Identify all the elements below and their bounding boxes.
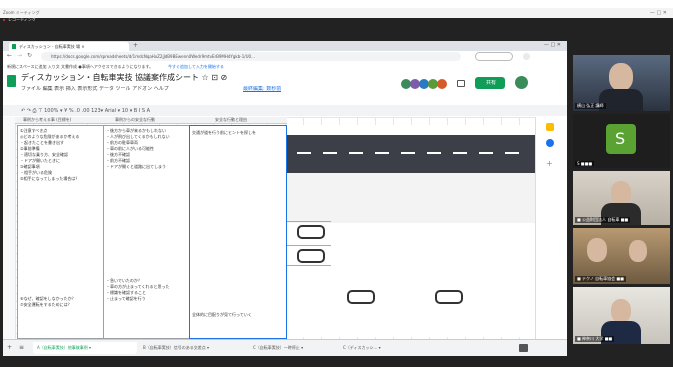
- column-2-line: ・止まって確認を行う: [106, 296, 146, 301]
- parking-line: [287, 265, 331, 266]
- add-sheet-icon[interactable]: +: [7, 345, 12, 351]
- last-edit-link[interactable]: 最終編集: 数秒前: [243, 86, 281, 92]
- url-field[interactable]: https://docs.google.com/spreadsheets/d/1…: [41, 52, 461, 61]
- account-avatar[interactable]: [515, 76, 528, 89]
- forward-icon[interactable]: →: [17, 53, 22, 59]
- collaborator-avatar[interactable]: [437, 79, 447, 89]
- sheet-tab-bar: + ≡ A（自転車実技）他事故事例 ▾ B（自転車実技）信号のある交差点 ▾ C…: [3, 339, 567, 356]
- car-icon: [347, 290, 375, 304]
- side-panel: +: [535, 117, 567, 339]
- participant-name: 横山 弘正 講師: [575, 103, 606, 109]
- reload-icon[interactable]: ↻: [27, 53, 32, 59]
- explore-icon[interactable]: [519, 344, 528, 352]
- column-1-cell[interactable]: ①注意すべき点 ◎どのような危険があるか考える ・起きたことを書き出す ②事前準備 ・適…: [17, 125, 105, 339]
- sheet-tab[interactable]: C（自転車実技）一時停止 ▾: [253, 345, 303, 351]
- car-icon: [297, 225, 325, 239]
- profile-pill[interactable]: [475, 52, 513, 61]
- road-illustration: [287, 125, 535, 356]
- column-2-text: ・後方から車が来るかもしれない ・人が飛び出してくるかもしれない ・前方の駐車車両・…: [106, 128, 188, 170]
- column-2-cell[interactable]: ・後方から車が来るかもしれない ・人が飛び出してくるかもしれない ・前方の駐車車両・…: [103, 125, 191, 339]
- column-1-text: ①注意すべき点 ◎どのような危険があるか考える ・起きたことを書き出す ②事前準備 ・適…: [20, 128, 102, 182]
- column-3-cell[interactable]: 交通が道を行う前にヒントを探しを 全体的に目配りが見て行っていく: [189, 125, 287, 339]
- car-icon: [435, 290, 463, 304]
- participant-name: S ■■■: [575, 161, 595, 166]
- share-label: 共有: [486, 80, 497, 86]
- car-icon: [297, 249, 325, 263]
- col-header-2: 事例からの安全な行動: [115, 117, 155, 122]
- zoom-bottom-bar: [0, 367, 673, 378]
- participant-tile[interactable]: S S ■■■: [573, 114, 670, 168]
- column-header-row: 事例から考える事 (目標を) 事例からの安全な行動 安全な行動と理由: [15, 117, 287, 124]
- back-icon[interactable]: ←: [7, 53, 12, 59]
- sheet-title[interactable]: ディスカッション・自転車実技 協議案作成シート ☆ ⊡ ⊘: [21, 73, 227, 83]
- sheet-tab-label: A（自転車実技）他事故事例 ▾: [37, 345, 92, 350]
- add-panel-icon[interactable]: +: [546, 161, 553, 167]
- sheets-header: ディスカッション・自転車実技 協議案作成シート ☆ ⊡ ⊘ ファイル 編集 表示…: [3, 71, 567, 105]
- column-3-bottom-text: 全体的に目配りが見て行っていく: [192, 312, 252, 317]
- column-1-line: ⑤相手になってしまった場合は？: [20, 176, 80, 181]
- sheet-tab-active[interactable]: A（自転車実技）他事故事例 ▾: [33, 342, 137, 354]
- sheet-menu[interactable]: ファイル 編集 表示 挿入 表示形式 データ ツール アドオン ヘルプ: [21, 86, 169, 92]
- participant-initial-avatar: S: [606, 124, 636, 154]
- participant-face: [609, 63, 633, 91]
- share-button[interactable]: 共有: [475, 77, 505, 89]
- all-sheets-icon[interactable]: ≡: [19, 345, 24, 351]
- lane-markings: [297, 152, 527, 154]
- participant-name: ■ テクノ 自転車協会 ■■: [575, 276, 626, 282]
- participant-tile[interactable]: 横山 弘正 講師: [573, 55, 670, 111]
- shared-screen: ディスカッション - 自転車実技 場 × + — □ ✕ ← → ↻ https…: [3, 41, 567, 356]
- browser-tab[interactable]: ディスカッション - 自転車実技 場 ×: [9, 42, 129, 51]
- participant-name: ■ 公益財団法人 自転車 ■■: [575, 217, 631, 223]
- browser-window-controls[interactable]: — □ ✕: [544, 42, 561, 48]
- zoom-titlebar: Zoom ミーティング — □ ✕: [0, 8, 673, 18]
- sidewalk: [287, 173, 535, 223]
- browser-tabbar: ディスカッション - 自転車実技 場 × + — □ ✕: [3, 41, 567, 51]
- col-header-1: 事例から考える事 (目標を): [23, 117, 72, 122]
- address-bar: ← → ↻ https://docs.google.com/spreadshee…: [3, 51, 567, 63]
- column-2-line: ・ドアが開くと道路に出てしまう: [106, 164, 166, 169]
- sheets-favicon-icon: [12, 44, 16, 49]
- sheet-tab[interactable]: B（自転車実技）信号のある交差点 ▾: [143, 345, 209, 351]
- browser-tab-title: ディスカッション - 自転車実技 場 ×: [19, 44, 85, 49]
- zoom-title: Zoom ミーティング: [3, 10, 40, 15]
- avatar[interactable]: [523, 53, 530, 60]
- sheet-tab[interactable]: C（ディスカッシ... ▾: [343, 345, 381, 351]
- comment-icon[interactable]: [457, 80, 465, 87]
- new-tab-button[interactable]: +: [133, 43, 138, 49]
- tasks-icon[interactable]: [546, 139, 554, 147]
- bookmark-link[interactable]: 今すぐ追加して入力を開始する: [168, 64, 224, 70]
- zoom-window-controls[interactable]: — □ ✕: [650, 10, 667, 16]
- participant-tile[interactable]: ■ 神奈川 大学 ■■: [573, 287, 670, 344]
- participant-name: ■ 神奈川 大学 ■■: [575, 336, 615, 342]
- road: [287, 135, 535, 173]
- participant-face: [611, 299, 631, 323]
- url-text: https://docs.google.com/spreadsheets/d/1…: [51, 54, 255, 59]
- column-1-line: ⑦安全運転をするためには？: [20, 302, 72, 307]
- column-1-lower-text: ⑥なぜ、確認をしなかったか？ ⑦安全運転をするためには？: [20, 296, 102, 308]
- sheets-logo-icon[interactable]: [7, 75, 16, 87]
- column-2-lower-text: ・急いでいたのか？ ・車の方が止まってくれると思った ・標識を確認すること ・止まって…: [106, 278, 188, 302]
- bookmark-notice: 新規にスペースに追加 入り文 文書作成 ●事項へアクセスできるようになります。: [7, 64, 154, 69]
- participant-face: [629, 240, 647, 262]
- keep-icon[interactable]: [546, 123, 554, 131]
- parking-line: [287, 245, 331, 246]
- sheets-toolbar: ↶ ↷ ⎙ ⊤ 100% ▾ ¥ % .0 .00 123▾ Arial ▾ 1…: [3, 105, 567, 116]
- parking-line: [287, 221, 331, 222]
- column-3-top-text: 交通が道を行う前にヒントを探しを: [192, 130, 256, 135]
- participant-tile[interactable]: ■ 公益財団法人 自転車 ■■: [573, 171, 670, 225]
- toolbar-buttons[interactable]: ↶ ↷ ⎙ ⊤ 100% ▾ ¥ % .0 .00 123▾ Arial ▾ 1…: [21, 108, 150, 114]
- participant-face: [611, 181, 631, 205]
- participant-tile[interactable]: ■ テクノ 自転車協会 ■■: [573, 228, 670, 284]
- participant-face: [587, 238, 607, 262]
- col-header-3: 安全な行動と理由: [215, 117, 247, 122]
